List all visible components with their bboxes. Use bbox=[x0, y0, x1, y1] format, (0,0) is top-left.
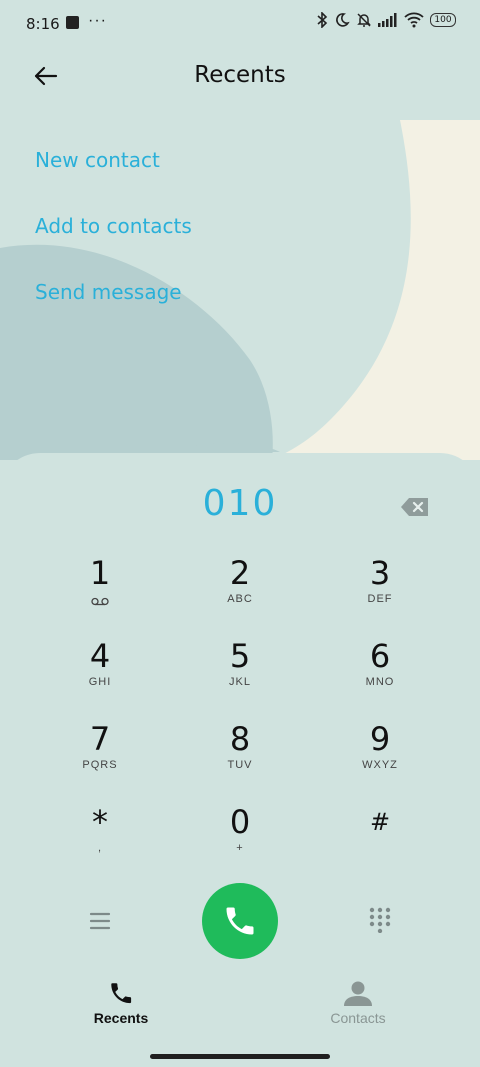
key-hash[interactable]: # bbox=[310, 802, 450, 885]
key-digit: 1 bbox=[89, 554, 111, 592]
backspace-icon[interactable] bbox=[400, 496, 430, 518]
key-letters: TUV bbox=[227, 759, 253, 771]
person-icon bbox=[344, 981, 372, 1006]
new-contact-link[interactable]: New contact bbox=[35, 145, 192, 211]
bluetooth-icon bbox=[317, 12, 328, 28]
key-6[interactable]: 6 MNO bbox=[310, 636, 450, 719]
battery-indicator: 100 bbox=[430, 13, 456, 27]
tab-label: Recents bbox=[93, 1010, 149, 1026]
call-button[interactable] bbox=[202, 883, 278, 959]
key-9[interactable]: 9 WXYZ bbox=[310, 719, 450, 802]
status-time: 8:16 bbox=[26, 15, 60, 33]
key-letters: , bbox=[97, 842, 103, 854]
more-notifications-icon: ··· bbox=[88, 12, 107, 29]
key-digit: 6 bbox=[369, 637, 391, 675]
key-letters: WXYZ bbox=[362, 759, 398, 771]
key-digit: 3 bbox=[369, 554, 391, 592]
key-letters: PQRS bbox=[82, 759, 118, 771]
key-digit: * bbox=[92, 803, 108, 841]
key-digit: 7 bbox=[89, 720, 111, 758]
key-letters: GHI bbox=[88, 676, 112, 688]
voicemail-icon bbox=[91, 597, 109, 606]
key-4[interactable]: 4 GHI bbox=[30, 636, 170, 719]
menu-icon[interactable] bbox=[88, 909, 112, 933]
bottom-tabs: Recents Contacts bbox=[0, 978, 480, 1038]
key-letters: DEF bbox=[367, 593, 393, 605]
bell-muted-icon bbox=[357, 13, 371, 27]
key-letters: MNO bbox=[365, 676, 395, 688]
send-message-link[interactable]: Send message bbox=[35, 277, 192, 343]
status-bar: 8:16 ··· 100 bbox=[0, 0, 480, 48]
dialpad-actions bbox=[0, 883, 480, 959]
dialpad-panel: 010 1 2 ABC 3 DEF 4 GHI 5 JKL 6 MNO 7 PQ… bbox=[0, 453, 480, 1067]
key-letters: JKL bbox=[229, 676, 251, 688]
key-letters: + bbox=[236, 842, 244, 854]
key-digit: 8 bbox=[229, 720, 251, 758]
tab-contacts[interactable]: Contacts bbox=[298, 978, 418, 1026]
key-digit: # bbox=[369, 808, 391, 836]
header: Recents bbox=[0, 54, 480, 100]
tab-recents[interactable]: Recents bbox=[61, 978, 181, 1026]
key-7[interactable]: 7 PQRS bbox=[30, 719, 170, 802]
wifi-icon bbox=[404, 12, 424, 28]
signal-icon bbox=[378, 13, 397, 27]
key-2[interactable]: 2 ABC bbox=[170, 553, 310, 636]
options-menu: New contact Add to contacts Send message bbox=[35, 145, 192, 343]
key-digit: 5 bbox=[229, 637, 251, 675]
key-digit: 9 bbox=[369, 720, 391, 758]
keypad: 1 2 ABC 3 DEF 4 GHI 5 JKL 6 MNO 7 PQRS 8 bbox=[30, 553, 450, 885]
key-digit: 2 bbox=[229, 554, 251, 592]
page-title: Recents bbox=[194, 62, 286, 88]
key-0[interactable]: 0 + bbox=[170, 802, 310, 885]
key-1[interactable]: 1 bbox=[30, 553, 170, 636]
key-digit: 4 bbox=[89, 637, 111, 675]
tab-label: Contacts bbox=[330, 1010, 386, 1026]
key-5[interactable]: 5 JKL bbox=[170, 636, 310, 719]
add-to-contacts-link[interactable]: Add to contacts bbox=[35, 211, 192, 277]
key-digit: 0 bbox=[229, 803, 251, 841]
phone-icon bbox=[226, 907, 254, 935]
key-letters: ABC bbox=[227, 593, 253, 605]
key-8[interactable]: 8 TUV bbox=[170, 719, 310, 802]
dialpad-grid-icon[interactable] bbox=[368, 907, 392, 933]
notification-icon bbox=[66, 16, 79, 29]
phone-icon bbox=[111, 983, 132, 1004]
key-star[interactable]: * , bbox=[30, 802, 170, 885]
home-indicator[interactable] bbox=[150, 1054, 330, 1059]
key-3[interactable]: 3 DEF bbox=[310, 553, 450, 636]
moon-icon bbox=[336, 13, 350, 27]
